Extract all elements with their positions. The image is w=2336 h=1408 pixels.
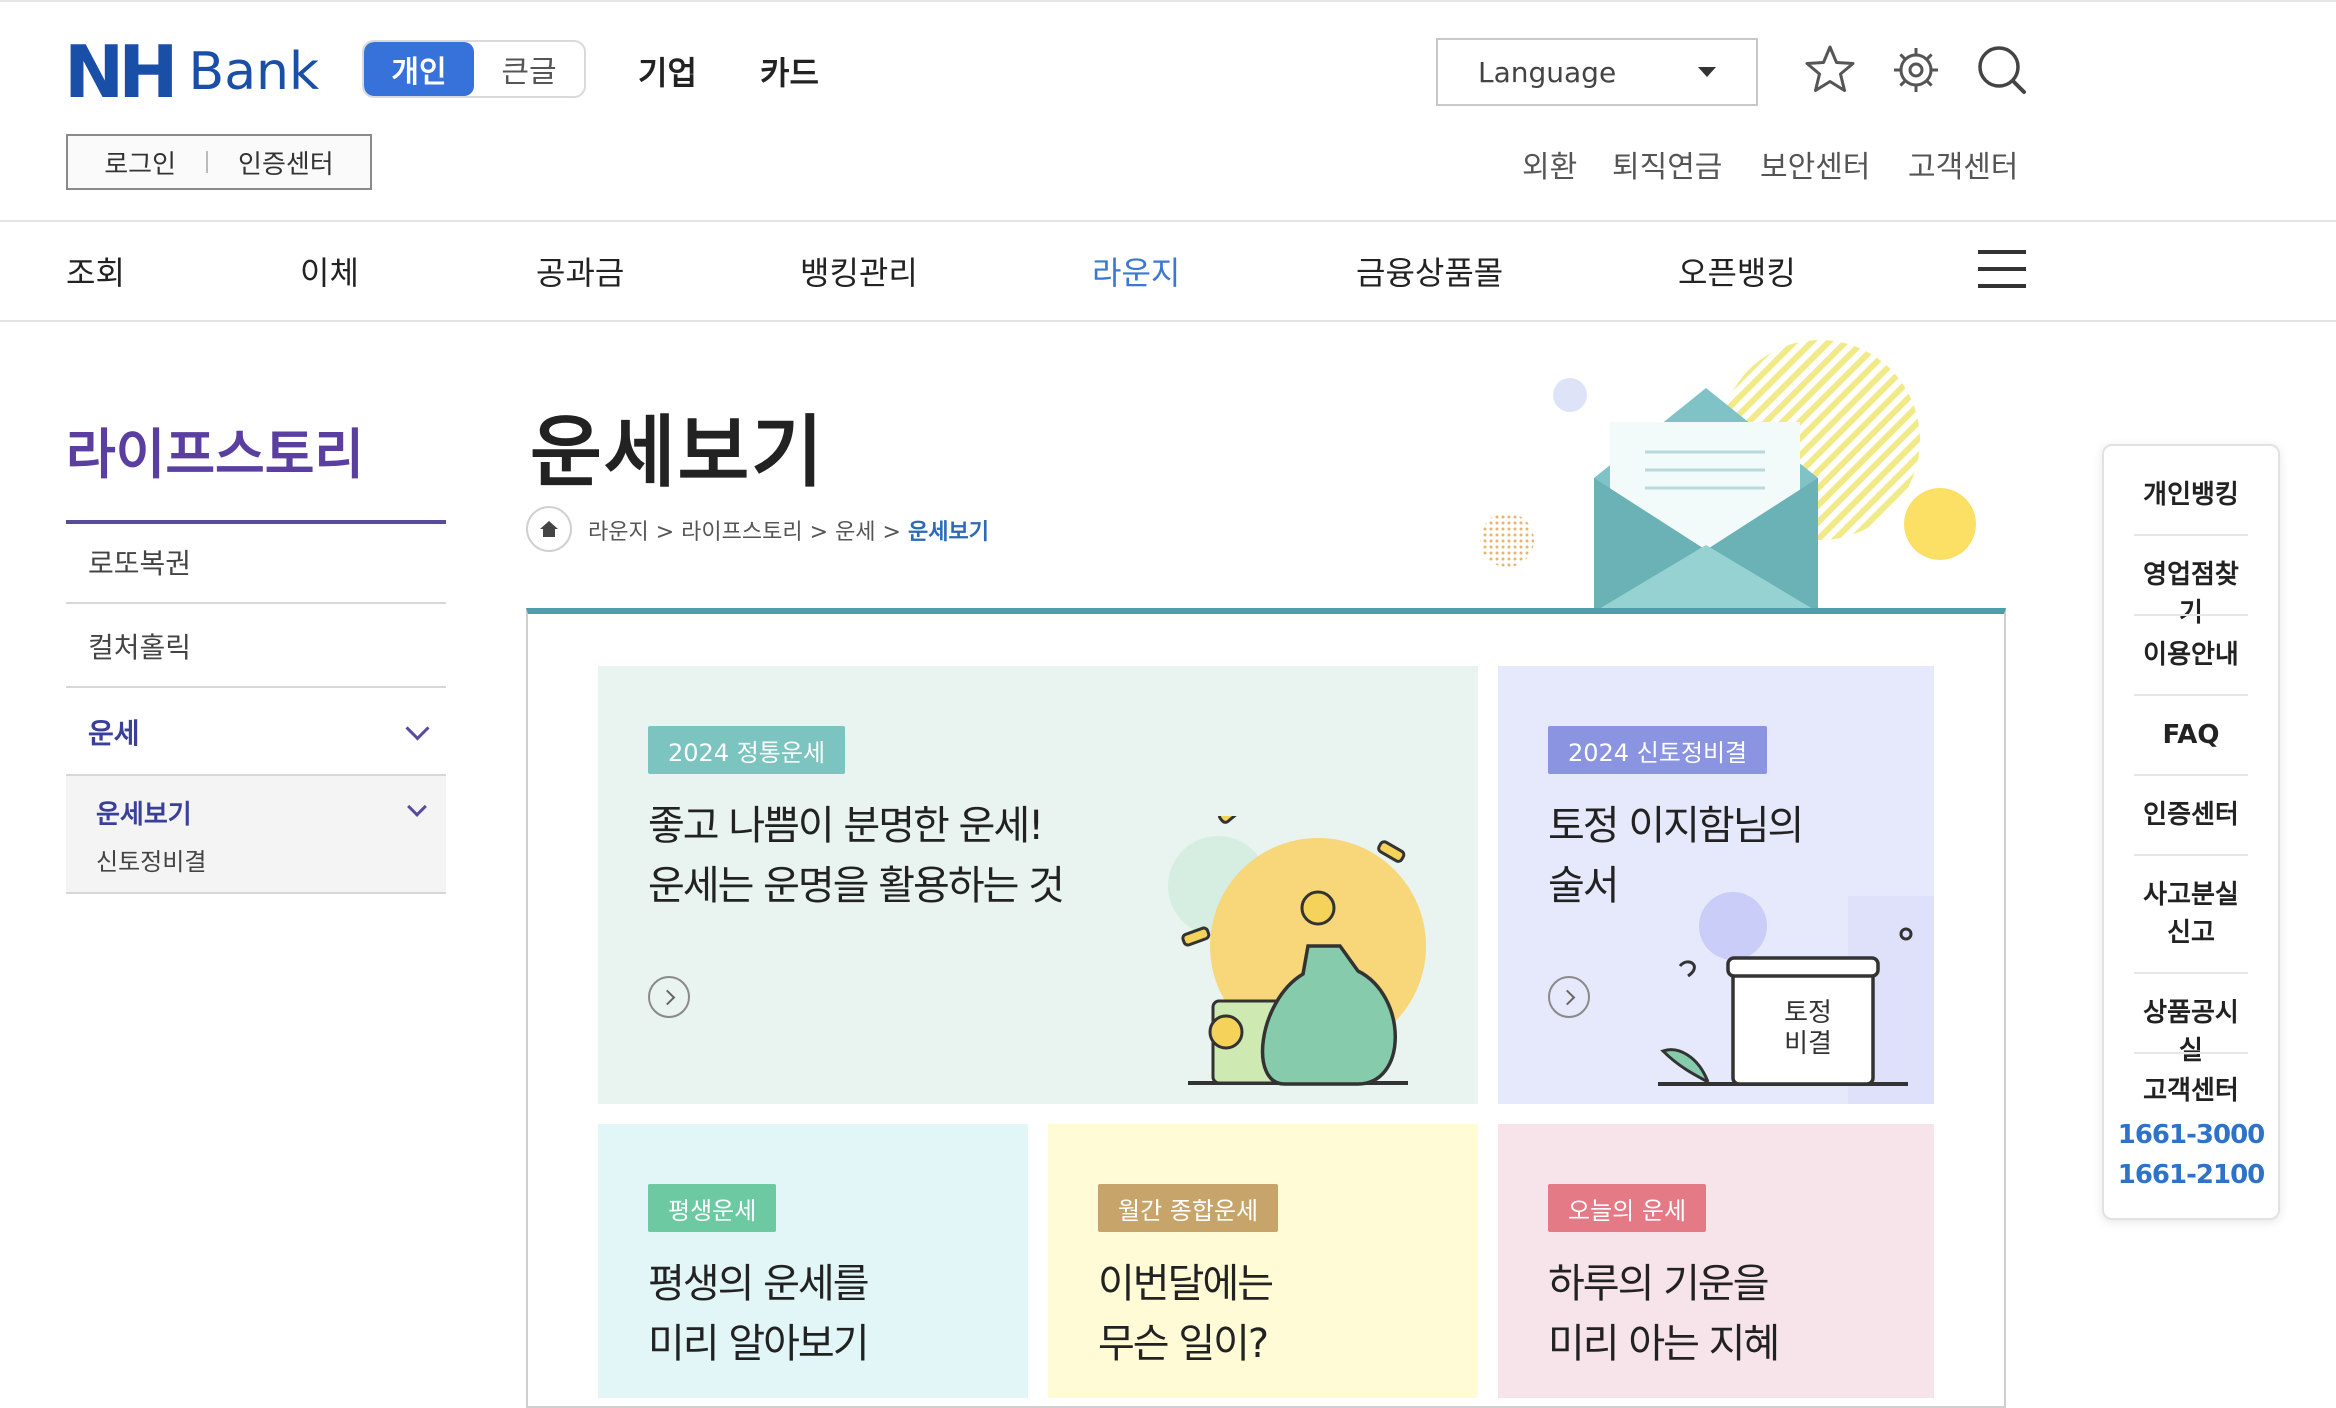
caret-down-icon [1698, 67, 1716, 77]
card-title-line: 미리 알아보기 [648, 1321, 870, 1367]
breadcrumb-item[interactable]: 라운지 [588, 520, 649, 545]
card-title: 좋고 나쁨이 분명한 운세! 운세는 운명을 활용하는 것 [648, 796, 1065, 916]
sidebar-subitem-fortune-view[interactable]: 운세보기 [96, 794, 192, 831]
quick-divider [2134, 774, 2248, 776]
language-select[interactable]: Language [1436, 38, 1758, 106]
logo-nh-text: NH [64, 30, 178, 114]
arrow-right-icon[interactable] [648, 976, 690, 1018]
fortune-card-monthly[interactable]: 월간 종합운세 이번달에는 무슨 일이? [1048, 1124, 1478, 1398]
phone-number[interactable]: 1661-3000 [2114, 1120, 2268, 1150]
card-badge: 평생운세 [648, 1184, 777, 1232]
fortune-card-today[interactable]: 오늘의 운세 하루의 기운을 미리 아는 지혜 [1498, 1124, 1934, 1398]
nav-item-openbanking[interactable]: 오픈뱅킹 [1678, 248, 1796, 294]
fortune-card-2024[interactable]: 2024 정통운세 좋고 나쁨이 분명한 운세! 운세는 운명을 활용하는 것 [598, 666, 1478, 1104]
quick-item-loss-report[interactable]: 사고분실 신고 [2134, 876, 2248, 952]
mode-large-font-button[interactable]: 큰글 [474, 42, 584, 96]
chevron-down-icon [405, 715, 430, 741]
breadcrumb-current: 운세보기 [907, 520, 989, 545]
breadcrumb-item[interactable]: 운세 [835, 520, 875, 545]
quick-item-branch-finder[interactable]: 영업점찾기 [2134, 556, 2248, 632]
quick-divider [2134, 694, 2248, 696]
money-bag-illustration [1168, 816, 1426, 1086]
quick-divider [2134, 972, 2248, 974]
card-title-line: 이번달에는 [1098, 1261, 1274, 1307]
tojeong-book-illustration: 토정 비결 [1658, 892, 1934, 1104]
card-title-line: 미리 아는 지혜 [1548, 1321, 1780, 1367]
quick-item-customer-center[interactable]: 고객센터 [2134, 1072, 2248, 1110]
breadcrumb: 라운지 > 라이프스토리 > 운세 > 운세보기 [588, 514, 989, 546]
quick-item-faq[interactable]: FAQ [2134, 716, 2248, 754]
quick-item-personal-banking[interactable]: 개인뱅킹 [2134, 476, 2248, 514]
card-title-line: 토정 이지함님의 [1548, 803, 1804, 849]
nav-item-products[interactable]: 금융상품몰 [1356, 248, 1503, 294]
breadcrumb-item[interactable]: 라이프스토리 [681, 520, 802, 545]
card-title-line: 무슨 일이? [1098, 1321, 1269, 1367]
fortune-card-lifetime[interactable]: 평생운세 평생의 운세를 미리 알아보기 [598, 1124, 1028, 1398]
card-title-line: 하루의 기운을 [1548, 1261, 1770, 1307]
nav-item-transfer[interactable]: 이체 [300, 248, 359, 294]
card-title: 이번달에는 무슨 일이? [1098, 1254, 1274, 1374]
quick-menu: 개인뱅킹 영업점찾기 이용안내 FAQ 인증센터 사고분실 신고 상품공시실 고… [2102, 444, 2280, 1220]
sidebar-item-fortune[interactable]: 운세 [66, 690, 446, 776]
card-title: 평생의 운세를 미리 알아보기 [648, 1254, 870, 1374]
auth-box: 로그인 인증센터 [66, 134, 372, 190]
language-select-label: Language [1478, 55, 1617, 89]
top-border [0, 0, 2336, 2]
nav-item-lounge[interactable]: 라운지 [1092, 248, 1180, 294]
breadcrumb-separator: > [882, 520, 901, 545]
cert-center-link[interactable]: 인증센터 [238, 144, 334, 181]
arrow-right-icon[interactable] [1548, 976, 1590, 1018]
card-badge: 월간 종합운세 [1098, 1184, 1279, 1232]
auth-divider [206, 151, 209, 173]
card-title-line: 평생의 운세를 [648, 1261, 870, 1307]
phone-number[interactable]: 1661-2100 [2114, 1160, 2268, 1190]
card-title-line: 운세는 운명을 활용하는 것 [648, 863, 1065, 909]
quick-item-product-disclosure[interactable]: 상품공시실 [2134, 994, 2248, 1070]
quick-item-usage-guide[interactable]: 이용안내 [2134, 636, 2248, 674]
sidebar-submenu: 운세보기 신토정비결 [66, 776, 446, 894]
util-link-pension[interactable]: 퇴직연금 [1612, 142, 1722, 186]
sidebar-title: 라이프스토리 [66, 422, 365, 486]
util-link-customer[interactable]: 고객센터 [1908, 142, 2018, 186]
card-title: 하루의 기운을 미리 아는 지혜 [1548, 1254, 1780, 1374]
envelope-illustration [1480, 340, 1976, 612]
quick-divider [2134, 854, 2248, 856]
breadcrumb-separator: > [809, 520, 829, 545]
sidebar-item-lotto[interactable]: 로또복권 [66, 522, 446, 604]
quick-divider [2134, 534, 2248, 536]
fortune-card-tojeong[interactable]: 2024 신토정비결 토정 이지함님의 술서 토정 비결 [1498, 666, 1934, 1104]
card-title-line: 좋고 나쁨이 분명한 운세! [648, 803, 1044, 849]
nh-bank-logo[interactable]: NH Bank [64, 36, 319, 108]
chevron-down-icon [407, 797, 427, 817]
sidebar-subitem-tojeong[interactable]: 신토정비결 [96, 842, 206, 877]
login-link[interactable]: 로그인 [104, 144, 176, 181]
hamburger-icon[interactable] [1978, 250, 2026, 288]
page-title: 운세보기 [530, 407, 826, 498]
sidebar-item-culture[interactable]: 컬처홀릭 [66, 606, 446, 688]
card-badge: 2024 정통운세 [648, 726, 846, 774]
nav-item-inquiry[interactable]: 조회 [66, 248, 125, 294]
quick-divider [2134, 614, 2248, 616]
quick-item-cert-center[interactable]: 인증센터 [2134, 796, 2248, 834]
card-badge: 오늘의 운세 [1548, 1184, 1707, 1232]
search-icon[interactable] [1974, 42, 2030, 98]
util-link-security[interactable]: 보안센터 [1760, 142, 1870, 186]
sidebar-item-fortune-label: 운세 [88, 717, 140, 750]
mode-personal-button[interactable]: 개인 [364, 42, 474, 96]
util-link-forex[interactable]: 외환 [1522, 142, 1577, 186]
gear-icon[interactable] [1888, 42, 1944, 98]
home-icon[interactable] [526, 506, 572, 552]
book-text-line: 비결 [1784, 1029, 1832, 1059]
star-icon[interactable] [1802, 42, 1858, 98]
card-badge: 2024 신토정비결 [1548, 726, 1768, 774]
quick-divider [2134, 1052, 2248, 1054]
top-link-card[interactable]: 카드 [760, 48, 819, 94]
mode-toggle: 개인 큰글 [362, 40, 586, 98]
book-text-line: 토정 [1784, 998, 1832, 1028]
breadcrumb-separator: > [655, 520, 675, 545]
logo-bank-text: Bank [188, 42, 320, 102]
nav-item-utility[interactable]: 공과금 [536, 248, 624, 294]
top-link-corporate[interactable]: 기업 [638, 48, 697, 94]
nav-item-banking-mgmt[interactable]: 뱅킹관리 [800, 248, 918, 294]
